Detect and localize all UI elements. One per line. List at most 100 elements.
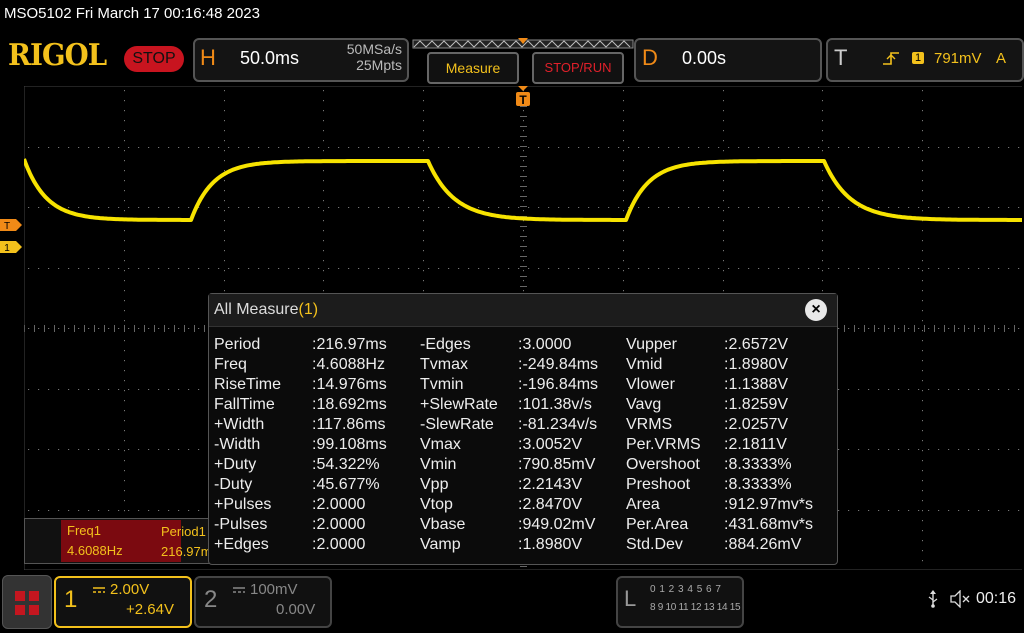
memory-timeline (412, 38, 634, 49)
dc-coupling-icon (93, 587, 105, 593)
measure-value: :2.1811V (724, 436, 787, 453)
measure-value: :99.108ms (312, 436, 387, 453)
measure-label: Vupper (626, 336, 677, 353)
run-status-badge: STOP (124, 46, 184, 72)
measure-label: RiseTime (214, 376, 281, 393)
ch2-number: 2 (204, 586, 218, 613)
grid-menu-icon (15, 591, 39, 615)
measure-label: +Pulses (214, 496, 272, 513)
speaker-muted-icon[interactable] (950, 590, 972, 608)
measure-value: :949.02mV (518, 516, 596, 533)
measure-value: :101.38v/s (518, 396, 592, 413)
trigger-settings[interactable] (826, 38, 1024, 82)
measure-value: :2.0257V (724, 416, 789, 433)
ch2-offset: 0.00V (276, 601, 316, 618)
measure-value: :2.8470V (518, 496, 583, 513)
measure-label: Preshoot (626, 476, 691, 493)
measure-value: :1.8980V (724, 356, 789, 373)
measure-value: :-249.84ms (518, 356, 599, 373)
measure-value: :-81.234v/s (518, 416, 598, 433)
measure-value: :2.0000 (312, 496, 366, 513)
measure-button[interactable]: Measure (427, 52, 519, 84)
measure-value: :2.2143V (518, 476, 583, 493)
measure-label: -Duty (214, 476, 253, 493)
measure-value: :1.1388V (724, 376, 789, 393)
menu-button[interactable] (2, 575, 52, 629)
measure-label: Per.VRMS (626, 436, 701, 453)
measure-label: Vmax (420, 436, 461, 453)
clock: 00:16 (976, 590, 1017, 607)
trigger-channel-badge: 1 (912, 52, 924, 64)
dc-coupling-icon (233, 587, 245, 593)
measure-label: Per.Area (626, 516, 689, 533)
measure-value: :8.3333% (724, 456, 792, 473)
measure-value: :3.0052V (518, 436, 583, 453)
horizontal-label: H (200, 45, 216, 70)
measure-result-bar: Freq1 4.6088Hz Period1 216.97m (24, 518, 216, 564)
panel-title: All Measure(1) (214, 301, 319, 318)
stop-run-button[interactable]: STOP/RUN (532, 52, 624, 84)
ch1-offset-marker[interactable]: 1 (0, 241, 22, 253)
result-label-period: Period1 (161, 524, 206, 539)
measure-value: :2.6572V (724, 336, 789, 353)
trigger-mode: A (996, 50, 1007, 67)
measure-label: Vpp (420, 476, 449, 493)
measure-value: :790.85mV (518, 456, 596, 473)
delay-settings[interactable] (634, 38, 822, 82)
trigger-level: 791mV (934, 50, 982, 67)
measure-value: :3.0000 (518, 336, 572, 353)
ch1-scale: 2.00V (110, 581, 150, 598)
svg-text:T: T (4, 221, 10, 231)
brand-logo: RIGOL (8, 38, 107, 73)
measure-value: :18.692ms (312, 396, 387, 413)
measure-value: :884.26mV (724, 536, 802, 553)
measure-value: :14.976ms (312, 376, 387, 393)
measure-value: :4.6088Hz (312, 356, 385, 373)
measure-label: Vmin (420, 456, 457, 473)
close-button[interactable]: × (805, 299, 827, 321)
measure-label: FallTime (214, 396, 275, 413)
measure-label: +Edges (214, 536, 269, 553)
memory-depth: 25Mpts (356, 57, 402, 73)
ch2-scale: 100mV (250, 581, 298, 598)
result-value-period: 216.97m (161, 544, 212, 559)
measure-label: +Duty (214, 456, 257, 473)
delay-label: D (642, 45, 658, 70)
svg-text:1: 1 (4, 243, 10, 253)
measure-value: :2.0000 (312, 536, 366, 553)
measure-label: +SlewRate (420, 396, 498, 413)
measure-label: Area (626, 496, 660, 513)
ch1-number: 1 (64, 586, 78, 613)
measure-value: :54.322% (312, 456, 380, 473)
all-measure-panel: All Measure(1) × Period:216.97ms Freq:4.6… (208, 293, 838, 565)
svg-text:T: T (519, 93, 527, 107)
measure-value: :1.8259V (724, 396, 789, 413)
trigger-label: T (834, 45, 848, 70)
measure-label: Vtop (420, 496, 453, 513)
sample-rate: 50MSa/s (346, 41, 402, 57)
measure-label: Vlower (626, 376, 675, 393)
measure-label: Vamp (420, 536, 461, 553)
result-value-freq: 4.6088Hz (67, 543, 123, 558)
measure-label: Tvmax (420, 356, 468, 373)
measure-label: -SlewRate (420, 416, 494, 433)
measure-label: Std.Dev (626, 536, 683, 553)
measure-label: VRMS (626, 416, 673, 433)
measure-label: Overshoot (626, 456, 700, 473)
trigger-level-marker[interactable]: T (0, 219, 22, 231)
measure-value: :1.8980V (518, 536, 583, 553)
measure-label: -Edges (420, 336, 471, 353)
result-label-freq: Freq1 (67, 523, 101, 538)
measure-label: Tvmin (420, 376, 464, 393)
delay-value: 0.00s (682, 48, 727, 68)
usb-icon (928, 590, 938, 608)
logic-label: L (624, 586, 637, 611)
measure-value: :216.97ms (312, 336, 387, 353)
measure-value: :912.97mv*s (724, 496, 813, 513)
panel-header: All Measure(1) × (209, 294, 837, 327)
measure-value: :8.3333% (724, 476, 792, 493)
measure-value: :431.68mv*s (724, 516, 813, 533)
measure-label: +Width (214, 416, 265, 433)
rising-edge-icon (883, 52, 899, 65)
measure-value: :45.677% (312, 476, 380, 493)
